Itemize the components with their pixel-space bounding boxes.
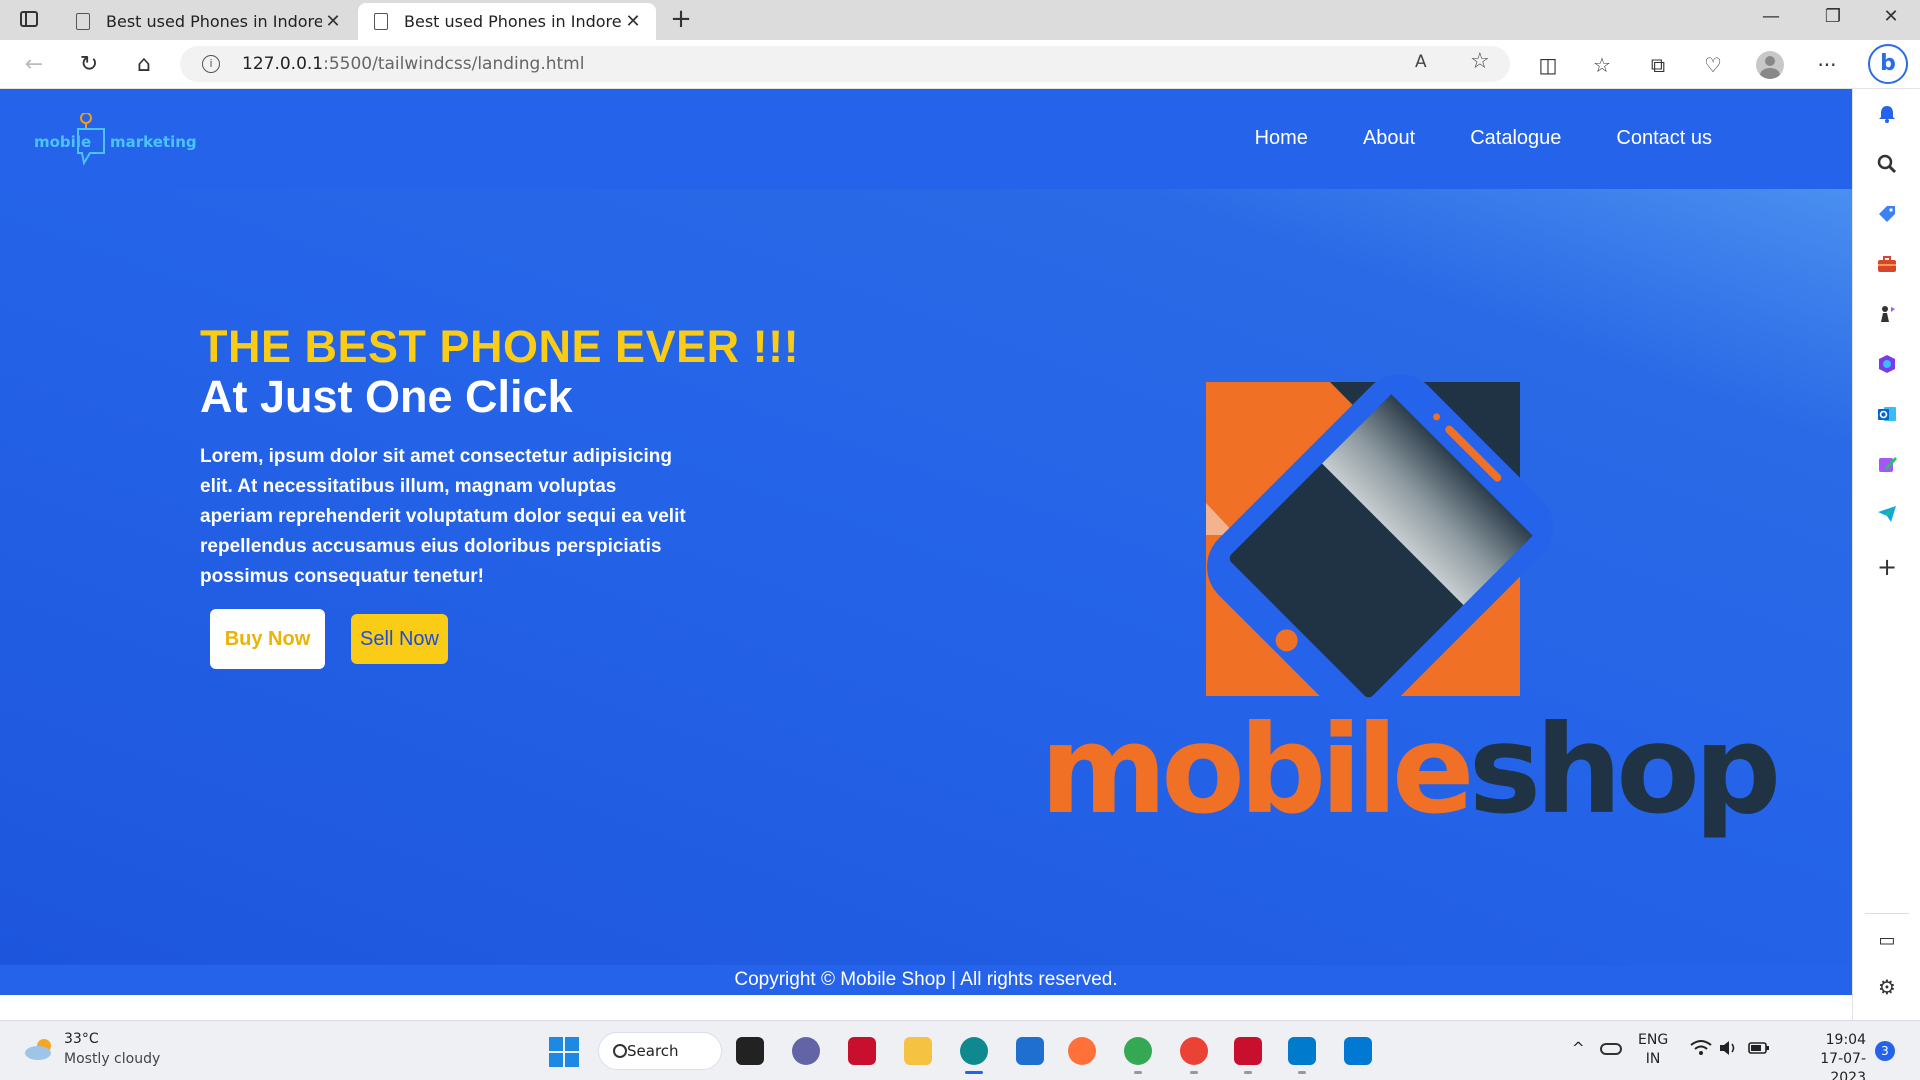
tab-label: Best used Phones in Indore <box>404 12 622 31</box>
bell-icon[interactable] <box>1873 103 1901 131</box>
restore-button[interactable]: ❐ <box>1808 6 1858 34</box>
page-icon <box>76 13 90 30</box>
shopping-icon[interactable] <box>1873 203 1901 231</box>
back-button[interactable]: ← <box>18 49 50 81</box>
task-view-icon[interactable] <box>736 1037 764 1065</box>
settings-menu-icon[interactable]: ··· <box>1811 49 1843 81</box>
new-tab-button[interactable]: + <box>666 4 696 36</box>
mcafee-icon[interactable] <box>1234 1037 1262 1074</box>
tab-inactive[interactable]: Best used Phones in Indore ✕ <box>60 3 356 40</box>
language-indicator[interactable]: ENG IN <box>1638 1031 1668 1069</box>
system-clock[interactable]: 19:04 17-07-2023 <box>1790 1031 1866 1080</box>
logo-text-left: mobile <box>34 133 92 151</box>
hero-headline: THE BEST PHONE EVER !!! <box>200 321 800 372</box>
weather-temperature[interactable]: 33°C <box>64 1031 99 1047</box>
minimize-button[interactable]: — <box>1746 6 1796 34</box>
performance-icon[interactable]: ♡ <box>1697 49 1729 81</box>
home-button[interactable]: ⌂ <box>128 49 160 81</box>
sidebar-settings-icon[interactable]: ⚙ <box>1873 973 1901 1001</box>
designer-icon[interactable] <box>1873 453 1901 481</box>
nav-contact[interactable]: Contact us <box>1616 127 1712 150</box>
mcafee-icon[interactable] <box>848 1037 876 1065</box>
file-explorer-icon[interactable] <box>904 1037 932 1065</box>
telegram-icon[interactable] <box>1873 503 1901 531</box>
sidebar-divider <box>1865 913 1909 914</box>
weather-description[interactable]: Mostly cloudy <box>64 1051 160 1067</box>
clock-time: 19:04 <box>1825 1032 1866 1048</box>
hero-subheadline: At Just One Click <box>200 371 573 422</box>
logo-text-right: marketing <box>110 133 197 151</box>
hero-section: THE BEST PHONE EVER !!! At Just One Clic… <box>0 189 1852 965</box>
teams-icon[interactable] <box>792 1037 820 1065</box>
hero-paragraph: Lorem, ipsum dolor sit amet consectetur … <box>200 446 686 587</box>
read-aloud-icon[interactable]: A <box>1415 52 1427 72</box>
language-code: ENG <box>1638 1032 1669 1048</box>
browser-tab-bar: Best used Phones in Indore ✕ Best used P… <box>0 0 1920 40</box>
volume-icon[interactable] <box>1718 1039 1740 1061</box>
close-tab-icon[interactable]: ✕ <box>322 11 344 32</box>
close-tab-icon[interactable]: ✕ <box>622 11 644 32</box>
page-icon <box>374 13 388 30</box>
favorites-icon[interactable]: ☆ <box>1586 49 1618 81</box>
split-screen-icon[interactable]: ◫ <box>1532 49 1564 81</box>
mobileshop-wordmark: mobileshop <box>1040 709 1781 831</box>
collections-icon[interactable]: ⧉ <box>1642 49 1674 81</box>
favorite-star-icon[interactable]: ☆ <box>1470 49 1490 74</box>
edge-sidebar: + ▭ ⚙ <box>1852 89 1920 1020</box>
address-bar[interactable]: i 127.0.0.1:5500/tailwindcss/landing.htm… <box>180 46 1510 82</box>
clock-date: 17-07-2023 <box>1820 1051 1866 1080</box>
hide-sidebar-icon[interactable]: ▭ <box>1873 927 1901 955</box>
taskbar-search[interactable]: Search <box>598 1032 722 1070</box>
nav-about[interactable]: About <box>1363 127 1415 150</box>
profile-avatar[interactable] <box>1756 51 1784 79</box>
region-code: IN <box>1645 1051 1661 1067</box>
store-icon[interactable] <box>1016 1037 1044 1065</box>
chrome-profile-icon[interactable] <box>1124 1037 1152 1074</box>
tab-actions-icon[interactable] <box>20 11 38 27</box>
close-window-button[interactable]: ✕ <box>1866 6 1916 34</box>
url-path: :5500/tailwindcss/landing.html <box>323 54 585 74</box>
main-nav: Home About Catalogue Contact us <box>1255 127 1712 150</box>
outlook-icon[interactable] <box>1873 403 1901 431</box>
vscode-icon[interactable] <box>1288 1037 1316 1074</box>
edge-icon[interactable] <box>960 1037 988 1074</box>
mobile-shop-phone-illustration <box>1206 374 1553 720</box>
site-footer: Copyright © Mobile Shop | All rights res… <box>0 965 1852 995</box>
reload-button[interactable]: ↻ <box>73 49 105 81</box>
address-toolbar: ← ↻ ⌂ i 127.0.0.1:5500/tailwindcss/landi… <box>0 40 1920 89</box>
nav-home[interactable]: Home <box>1255 127 1308 150</box>
notification-badge[interactable]: 3 <box>1875 1041 1895 1061</box>
tab-label: Best used Phones in Indore <box>106 12 322 31</box>
site-logo[interactable]: mobile marketing <box>34 113 197 173</box>
tools-icon[interactable] <box>1873 253 1901 281</box>
windows-taskbar: 33°C Mostly cloudy Search ^ ENG IN 19:04… <box>0 1020 1920 1080</box>
buy-now-button[interactable]: Buy Now <box>210 609 325 669</box>
start-windows-icon[interactable] <box>549 1037 579 1067</box>
firefox-icon[interactable] <box>1068 1037 1096 1065</box>
tray-chevron-icon[interactable]: ^ <box>1572 1039 1585 1057</box>
wordmark-shop: shop <box>1468 699 1782 841</box>
games-icon[interactable] <box>1873 303 1901 331</box>
wordmark-mobile: mobile <box>1040 699 1475 841</box>
site-info-icon[interactable]: i <box>202 55 220 73</box>
tab-active[interactable]: Best used Phones in Indore ✕ <box>358 3 656 40</box>
sell-now-button[interactable]: Sell Now <box>351 614 448 664</box>
onedrive-icon[interactable] <box>1600 1043 1622 1055</box>
photos-icon[interactable] <box>1344 1037 1372 1065</box>
nav-catalogue[interactable]: Catalogue <box>1470 127 1561 150</box>
microsoft365-icon[interactable] <box>1873 353 1901 381</box>
weather-cloudy-icon[interactable] <box>24 1037 56 1061</box>
url-host: 127.0.0.1 <box>242 54 324 74</box>
web-page: mobile marketing Home About Catalogue Co… <box>0 89 1852 1020</box>
search-icon[interactable] <box>1873 153 1901 181</box>
site-header: mobile marketing Home About Catalogue Co… <box>0 89 1852 189</box>
wifi-icon[interactable] <box>1690 1039 1712 1061</box>
chrome-icon[interactable] <box>1180 1037 1208 1074</box>
bing-copilot-icon[interactable]: b <box>1868 44 1908 84</box>
add-sidebar-app-button[interactable]: + <box>1873 553 1901 581</box>
battery-icon[interactable] <box>1748 1039 1770 1061</box>
url-text[interactable]: 127.0.0.1:5500/tailwindcss/landing.html <box>242 54 584 74</box>
